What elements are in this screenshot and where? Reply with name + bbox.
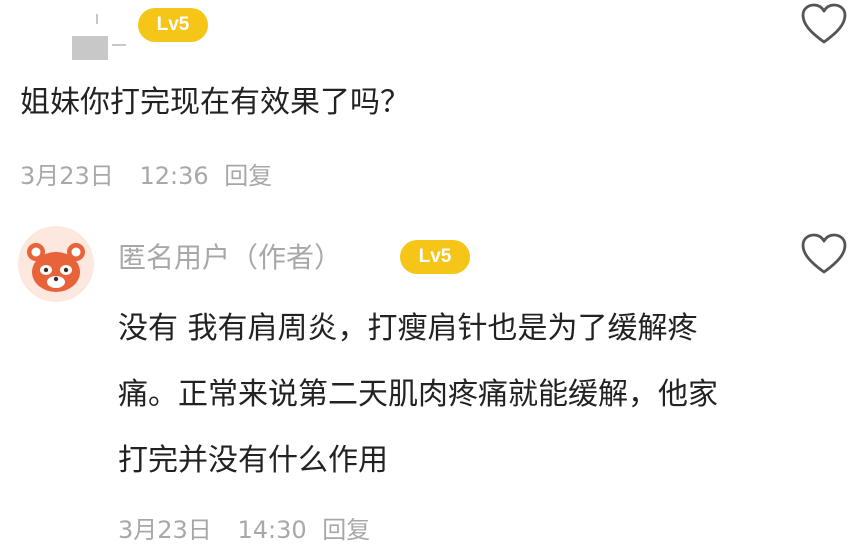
level-badge: Lv5 [138, 8, 208, 42]
comment-date: 3月23日 [118, 516, 212, 544]
avatar[interactable] [18, 226, 94, 302]
comment-time: 12:36 [139, 162, 209, 190]
like-button[interactable] [800, 232, 848, 276]
comment-line: 没有 我有肩周炎，打瘦肩针也是为了缓解疼 [118, 311, 698, 346]
comment-line: 痛。正常来说第二天肌肉疼痛就能缓解，他家 [118, 377, 718, 412]
heart-icon [800, 2, 848, 46]
red-panda-avatar-icon [18, 226, 94, 302]
reply-button[interactable]: 回复 [224, 162, 272, 190]
comment-time: 14:30 [237, 516, 307, 544]
comment-2: 匿名用户（作者） Lv5 没有 我有肩周炎，打瘦肩针也是为了缓解疼 痛。正常来说… [0, 220, 853, 544]
comment-text: 姐妹你打完现在有效果了吗？ [20, 85, 410, 120]
comment-meta: 3月23日 12:36 回复 [20, 156, 272, 191]
heart-icon [800, 232, 848, 276]
level-badge: Lv5 [400, 240, 470, 274]
redacted-username [72, 36, 108, 60]
username[interactable]: 匿名用户（作者） [118, 236, 342, 276]
comment-1: Lv5 姐妹你打完现在有效果了吗？ 3月23日 12:36 回复 [0, 0, 853, 200]
like-button[interactable] [800, 2, 848, 46]
comment-date: 3月23日 [20, 162, 114, 190]
comment-meta: 3月23日 14:30 回复 [118, 510, 370, 545]
redacted-username-mark [96, 14, 98, 24]
redacted-username-dash [112, 44, 126, 46]
comment-line: 打完并没有什么作用 [118, 443, 388, 478]
comment-text: 没有 我有肩周炎，打瘦肩针也是为了缓解疼 痛。正常来说第二天肌肉疼痛就能缓解，他… [118, 296, 718, 494]
reply-button[interactable]: 回复 [322, 516, 370, 544]
